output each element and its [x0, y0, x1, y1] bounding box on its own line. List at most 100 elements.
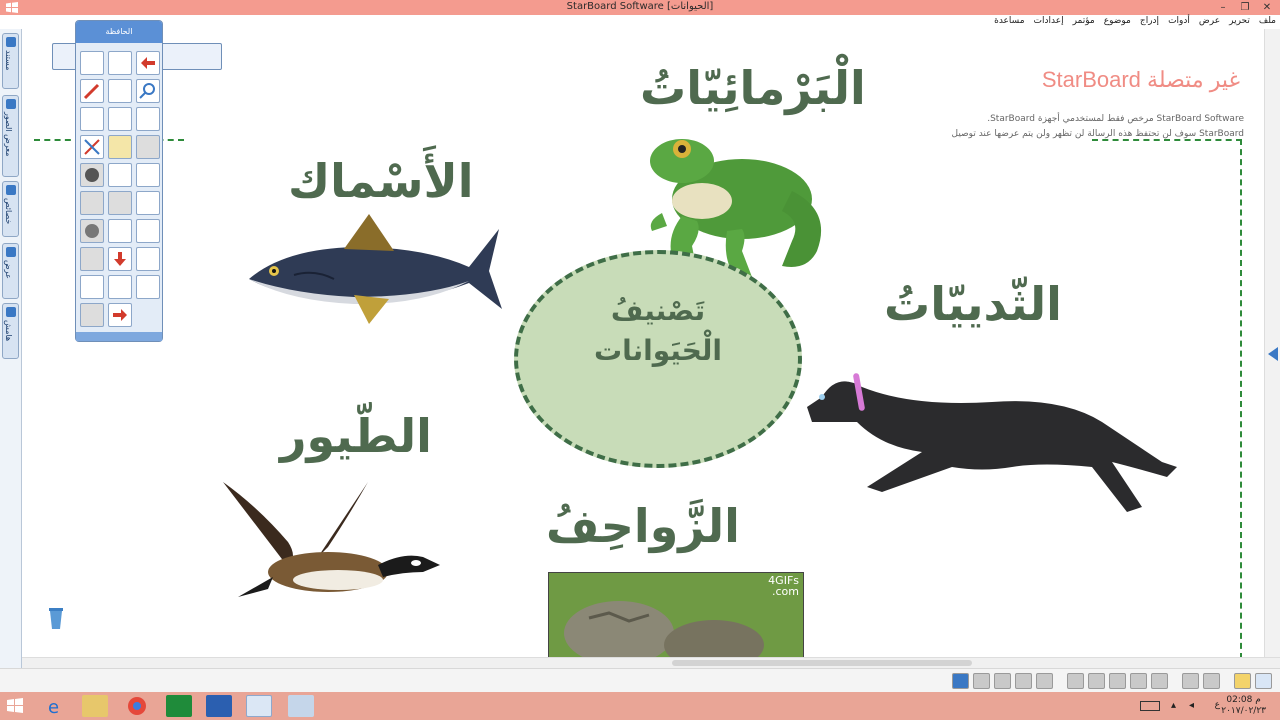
menu-view[interactable]: عرض: [1199, 16, 1220, 26]
page-number-button[interactable]: [1234, 673, 1251, 689]
menu-edit[interactable]: تحرير: [1229, 16, 1250, 26]
capture-tool[interactable]: [80, 275, 104, 299]
volume-icon[interactable]: ◂: [1189, 700, 1194, 711]
fish-image[interactable]: [244, 209, 504, 329]
browser-tool-3[interactable]: [108, 163, 132, 187]
whiteboard-canvas[interactable]: غير متصلة StarBoard StarBoard Software م…: [22, 29, 1264, 657]
pen-tool-2[interactable]: [136, 191, 160, 215]
left-tab-strip: مستند معرض الصور خصائص عرض هامش: [0, 29, 22, 669]
center-title-line2: الْحَيَوانات: [593, 334, 723, 367]
label-reptiles[interactable]: الزَّواحِفُ: [546, 499, 740, 553]
page-tool-button[interactable]: [1109, 673, 1126, 689]
page-tool-button[interactable]: [1036, 673, 1053, 689]
tab-margin[interactable]: هامش: [2, 303, 19, 359]
trash-icon[interactable]: [48, 606, 64, 630]
browser-tool-2[interactable]: [136, 107, 160, 131]
toolbox-title[interactable]: الحافظة: [76, 21, 162, 43]
menu-tools[interactable]: أدوات: [1168, 16, 1190, 26]
menu-file[interactable]: ملف: [1259, 16, 1276, 26]
close-button[interactable]: ✕: [1258, 0, 1276, 15]
record-tool[interactable]: [80, 163, 104, 187]
grid-button[interactable]: [952, 673, 969, 689]
grid-tool[interactable]: [108, 275, 132, 299]
page-tool-button[interactable]: [1151, 673, 1168, 689]
offline-status: غير متصلة StarBoard: [1041, 67, 1240, 92]
scroll-thumb[interactable]: [672, 660, 972, 666]
page-tool-button[interactable]: [1088, 673, 1105, 689]
tab-document[interactable]: مستند: [2, 33, 19, 89]
app-taskbar-icon[interactable]: [288, 695, 314, 717]
menu-insert[interactable]: إدراج: [1140, 16, 1159, 26]
restore-button[interactable]: ❐: [1236, 0, 1254, 15]
page-tool-button[interactable]: [973, 673, 990, 689]
undo-tool[interactable]: [136, 51, 160, 75]
fill-tool[interactable]: [108, 51, 132, 75]
margin-icon: [6, 307, 16, 317]
toolbox-collapse-handle[interactable]: [76, 332, 162, 341]
center-title[interactable]: تَصْنيفُ الْحَيَوانات: [514, 291, 802, 371]
label-amphibians[interactable]: الْبَرْمائِيّاتُ: [640, 61, 866, 115]
print-tool[interactable]: [136, 247, 160, 271]
horizontal-scrollbar[interactable]: [22, 657, 1280, 668]
forward-tool[interactable]: [108, 303, 132, 327]
mouse-tool[interactable]: [80, 51, 104, 75]
tab-properties[interactable]: خصائص: [2, 181, 19, 237]
start-windows-icon[interactable]: [6, 695, 24, 717]
tab-gallery[interactable]: معرض الصور: [2, 95, 19, 177]
goose-image[interactable]: [218, 477, 448, 607]
line-tool[interactable]: [80, 135, 104, 159]
redo-tool[interactable]: [108, 191, 132, 215]
menu-conference[interactable]: مؤتمر: [1073, 16, 1095, 26]
menu-settings[interactable]: إعدادات: [1034, 16, 1064, 26]
zoom-tool[interactable]: [136, 79, 160, 103]
label-mammals[interactable]: الثّدييّاتُ: [884, 277, 1062, 331]
minimize-button[interactable]: –: [1214, 0, 1232, 15]
download-tool[interactable]: [108, 247, 132, 271]
delete-page-button[interactable]: [1067, 673, 1084, 689]
magnifier-icon: [6, 247, 16, 257]
page-tool-button[interactable]: [994, 673, 1011, 689]
disabled-tool-4: [80, 303, 104, 327]
vertical-scrollbar[interactable]: [1264, 29, 1280, 657]
pen-tool[interactable]: [80, 79, 104, 103]
starboard-taskbar-icon[interactable]: [246, 695, 272, 717]
turtle-gif[interactable]: 4GIFs .com: [548, 572, 804, 657]
shape-tool[interactable]: [108, 107, 132, 131]
page-tool-button[interactable]: [1130, 673, 1147, 689]
network-icon[interactable]: ▴: [1171, 700, 1176, 711]
select-tool[interactable]: [108, 135, 132, 159]
clock-time: 02:08 م: [1226, 695, 1261, 705]
record-icon: [85, 168, 99, 182]
word-icon[interactable]: [206, 695, 232, 717]
side-panel-toggle-icon[interactable]: [1268, 347, 1278, 361]
file-explorer-icon[interactable]: [82, 695, 108, 717]
label-fish[interactable]: الأَسْماك: [288, 154, 474, 208]
language-indicator[interactable]: ع: [1215, 700, 1220, 710]
menu-help[interactable]: مساعدة: [994, 16, 1024, 26]
browser-tool-4[interactable]: [108, 219, 132, 243]
page-tool-button[interactable]: [1015, 673, 1032, 689]
chrome-icon[interactable]: [124, 695, 150, 717]
highlighter-tool[interactable]: [108, 79, 132, 103]
clock[interactable]: 02:08 م ٢٠١٧/٠٢/٢٣: [1221, 695, 1266, 717]
menu-theme[interactable]: موضوع: [1104, 16, 1131, 26]
globe-tool[interactable]: [136, 163, 160, 187]
record-tool-2[interactable]: [80, 219, 104, 243]
previous-page-button[interactable]: [1182, 673, 1199, 689]
add-page-button[interactable]: [1255, 673, 1272, 689]
browser-tool[interactable]: [80, 107, 104, 131]
back-arrow-icon: [141, 57, 155, 69]
properties-icon: [6, 185, 16, 195]
browser-tool-5[interactable]: [136, 219, 160, 243]
label-birds[interactable]: الطّيور: [280, 409, 432, 463]
turtle-image: [549, 573, 803, 657]
tab-view[interactable]: عرض: [2, 243, 19, 299]
license-notice: StarBoard سوف لن تحتفظ هذه الرسالة لن تظ…: [951, 129, 1245, 139]
excel-icon[interactable]: [166, 695, 192, 717]
keyboard-icon[interactable]: [1140, 701, 1160, 711]
browser-tool-6[interactable]: [136, 275, 160, 299]
floating-toolbox[interactable]: الحافظة: [75, 20, 163, 342]
internet-explorer-icon[interactable]: e: [42, 695, 68, 718]
next-page-button[interactable]: [1203, 673, 1220, 689]
panther-image[interactable]: [802, 367, 1182, 517]
